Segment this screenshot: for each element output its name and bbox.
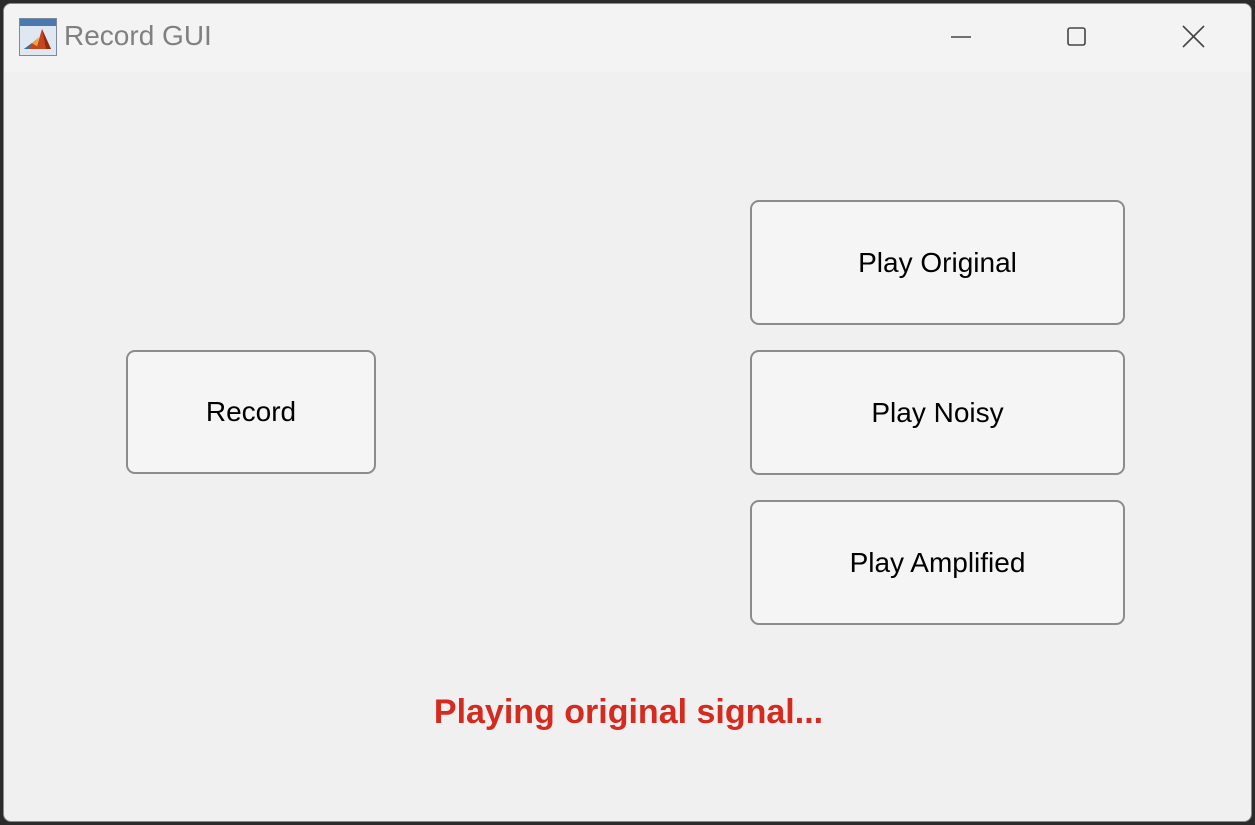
matlab-logo-icon bbox=[19, 18, 57, 56]
title-bar[interactable]: Record GUI bbox=[4, 4, 1251, 72]
maximize-button[interactable] bbox=[1047, 14, 1105, 60]
play-noisy-button[interactable]: Play Noisy bbox=[750, 350, 1125, 475]
play-amplified-button[interactable]: Play Amplified bbox=[750, 500, 1125, 625]
record-button[interactable]: Record bbox=[126, 350, 376, 474]
close-button[interactable] bbox=[1164, 14, 1222, 60]
play-original-button[interactable]: Play Original bbox=[750, 200, 1125, 325]
status-message: Playing original signal... bbox=[433, 693, 824, 731]
minimize-button[interactable] bbox=[932, 14, 990, 60]
app-window: Record GUI Record Play Original Play Noi… bbox=[3, 3, 1252, 822]
window-title: Record GUI bbox=[64, 20, 212, 51]
